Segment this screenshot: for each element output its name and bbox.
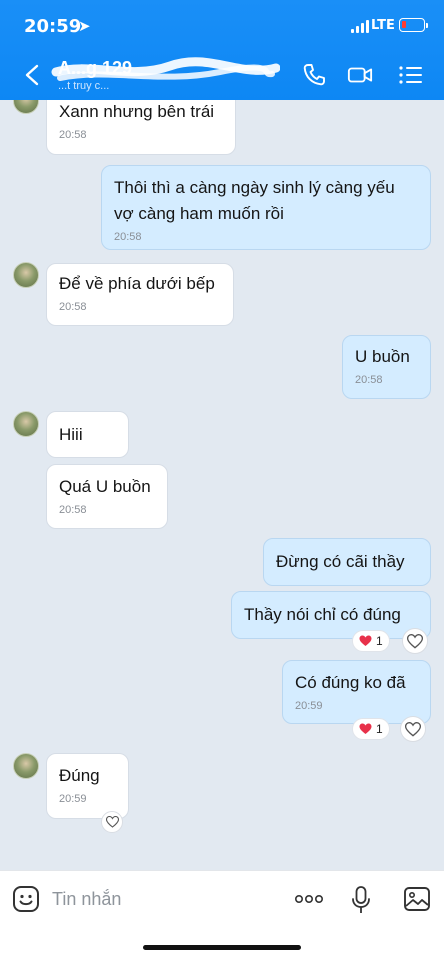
menu-icon[interactable] xyxy=(398,62,424,88)
image-icon[interactable] xyxy=(403,886,431,912)
message-text: Xann nhưng bên trái xyxy=(59,102,215,121)
message-time: 20:59 xyxy=(59,793,87,805)
message-text: Quá U buồn xyxy=(59,477,151,496)
message-bubble[interactable]: Xann nhưng bên trái 20:58 xyxy=(46,100,236,155)
message-bubble[interactable]: Có đúng ko đã 20:59 xyxy=(282,660,431,724)
back-icon[interactable] xyxy=(22,63,44,87)
location-arrow-icon: ➤ xyxy=(78,18,91,35)
contact-name-text: A...g 129 xyxy=(58,58,133,78)
battery-icon xyxy=(399,18,428,32)
contact-avatar[interactable] xyxy=(13,262,39,288)
message-bubble[interactable]: Quá U buồn 20:58 xyxy=(46,464,168,529)
call-icon[interactable] xyxy=(301,62,327,88)
message-list[interactable]: Xann nhưng bên trái 20:58 Thôi thì a càn… xyxy=(0,100,444,870)
message-time: 20:58 xyxy=(59,129,87,141)
message-time: 20:58 xyxy=(59,301,87,313)
message-bubble[interactable]: U buồn 20:58 xyxy=(342,335,431,399)
message-bubble[interactable]: Để về phía dưới bếp 20:58 xyxy=(46,263,234,326)
message-bubble[interactable]: Thôi thì a càng ngày sinh lý càng yếu vợ… xyxy=(101,165,431,250)
video-icon[interactable] xyxy=(347,62,373,88)
like-button[interactable] xyxy=(400,716,426,742)
emoji-icon[interactable] xyxy=(12,885,40,913)
like-button[interactable] xyxy=(402,628,428,654)
message-bubble[interactable]: Đừng có cãi thầy xyxy=(263,538,431,586)
more-icon[interactable] xyxy=(294,893,324,905)
message-time: 20:58 xyxy=(114,231,142,243)
message-input[interactable] xyxy=(52,885,272,913)
signal-icon xyxy=(351,19,369,33)
reaction-count: 1 xyxy=(376,634,383,648)
heart-icon xyxy=(359,723,372,734)
chat-header: A...g 129 ...t truy c... xyxy=(0,50,444,100)
contact-avatar[interactable] xyxy=(13,753,39,779)
heart-icon xyxy=(359,635,372,646)
reaction-badge[interactable]: 1 xyxy=(352,718,390,740)
message-time: 20:58 xyxy=(355,374,383,386)
contact-name[interactable]: A...g 129 xyxy=(58,58,288,80)
status-bar: 20:59 ➤ LTE xyxy=(0,0,444,50)
message-text: Đừng có cãi thầy xyxy=(276,552,405,571)
message-text: Hiii xyxy=(59,425,83,444)
home-indicator xyxy=(143,945,301,950)
message-time: 20:59 xyxy=(295,700,323,712)
status-time: 20:59 xyxy=(24,16,82,37)
heart-outline-icon xyxy=(405,721,421,737)
network-label: LTE xyxy=(371,18,395,33)
message-text: Đúng xyxy=(59,766,100,785)
contact-status: ...t truy c... xyxy=(58,80,110,92)
message-time: 20:58 xyxy=(59,504,87,516)
message-text: Có đúng ko đã xyxy=(295,673,406,692)
message-text: Để về phía dưới bếp xyxy=(59,274,215,293)
reaction-badge[interactable]: 1 xyxy=(352,630,390,652)
reaction-count: 1 xyxy=(376,722,383,736)
contact-avatar[interactable] xyxy=(13,100,39,114)
message-text: Thầy nói chỉ có đúng xyxy=(244,605,401,624)
message-text: U buồn xyxy=(355,347,410,366)
message-bubble[interactable]: Đúng 20:59 xyxy=(46,753,129,819)
heart-outline-icon xyxy=(105,816,119,828)
top-bar: 20:59 ➤ LTE A...g 129 ...t truy c... xyxy=(0,0,444,100)
mic-icon[interactable] xyxy=(350,885,372,915)
message-bubble[interactable]: Thầy nói chỉ có đúng xyxy=(231,591,431,639)
message-text: Thôi thì a càng ngày sinh lý càng yếu vợ… xyxy=(114,178,395,223)
contact-avatar[interactable] xyxy=(13,411,39,437)
message-bubble[interactable]: Hiii xyxy=(46,411,129,458)
like-button[interactable] xyxy=(101,811,123,833)
heart-outline-icon xyxy=(407,633,423,649)
